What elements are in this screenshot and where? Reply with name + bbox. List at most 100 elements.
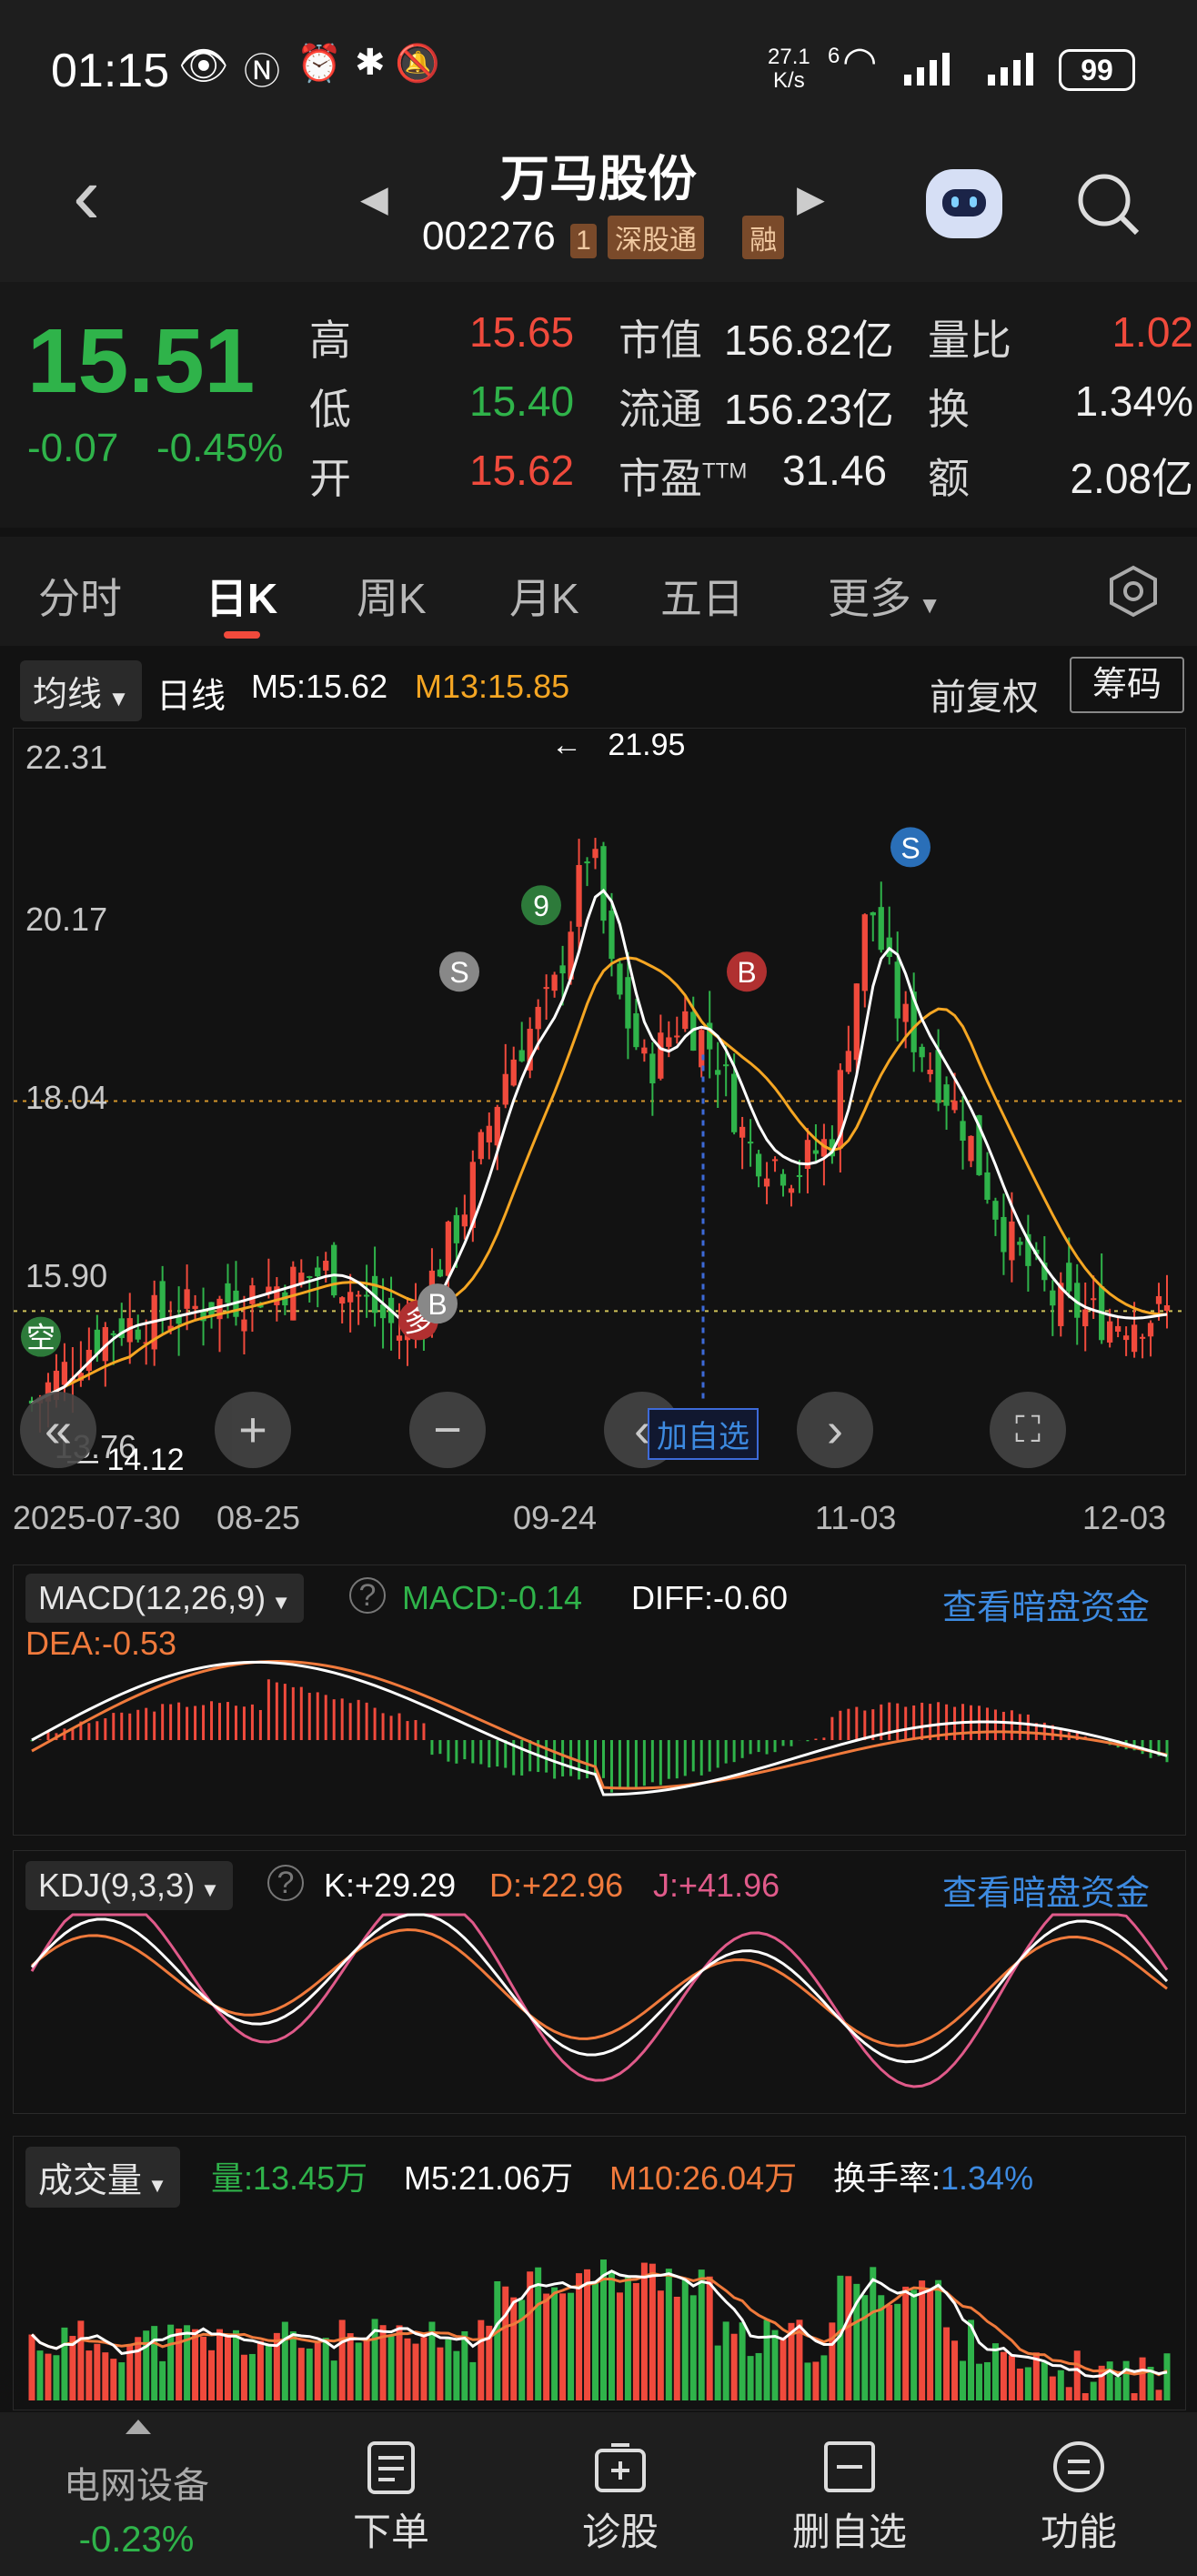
nav-diagnose[interactable]: 诊股 [538, 2501, 702, 2557]
volume-bar [224, 2335, 231, 2400]
volume-bar [910, 2289, 918, 2400]
volume-bar [289, 2331, 297, 2400]
volume-bar [1041, 2362, 1048, 2400]
mktcap-label: 市值 [619, 317, 702, 364]
kdj-selector[interactable]: KDJ(9,3,3) ▼ [25, 1861, 233, 1910]
expand-up-icon[interactable] [126, 2420, 151, 2434]
volume-bar [135, 2337, 142, 2400]
candle [1091, 1298, 1097, 1301]
volume-bar [780, 2337, 787, 2400]
float-value: 156.23亿 [724, 386, 894, 433]
candle [968, 1135, 974, 1162]
volume-bar [975, 2363, 982, 2400]
macd-selector[interactable]: MACD(12,26,9) ▼ [25, 1574, 304, 1623]
scroll-left-button[interactable]: « [20, 1392, 96, 1468]
signal-text: S [900, 831, 920, 864]
candle [747, 1142, 754, 1144]
dark-pool-link-1[interactable]: 查看暗盘资金 [942, 1579, 1150, 1629]
volume-bar [176, 2328, 183, 2400]
float-label: 流通 [619, 386, 702, 433]
volume-bar [437, 2347, 444, 2400]
next-candle-button[interactable]: › [797, 1392, 873, 1468]
help-icon-kdj[interactable]: ? [267, 1865, 304, 1901]
x-tick-4: 11-03 [815, 1499, 897, 1536]
candle [551, 974, 558, 991]
volume-bar [894, 2303, 901, 2400]
volume-bar [632, 2282, 639, 2400]
j-value: J:+41.96 [653, 1867, 780, 1904]
candle [355, 1294, 362, 1297]
candle [159, 1281, 166, 1320]
ma5-line [31, 889, 1168, 1404]
candle [771, 1159, 779, 1162]
nav-function[interactable]: 功能 [997, 2501, 1161, 2557]
volume-bar [576, 2273, 583, 2400]
volume-bar [330, 2360, 337, 2400]
volume-bar [559, 2293, 567, 2400]
volume-bar [1065, 2387, 1072, 2400]
mktcap-value: 156.82亿 [724, 317, 894, 364]
volume-value: 量:13.45万 [211, 2159, 368, 2197]
next-stock-button[interactable]: ▶ [797, 178, 825, 220]
tab-monthly-k[interactable]: 月K [509, 566, 579, 626]
search-icon[interactable] [1073, 169, 1146, 242]
candle [1050, 1290, 1056, 1306]
volume-bar [518, 2299, 526, 2400]
candle [184, 1289, 190, 1309]
zoom-out-button[interactable]: − [409, 1392, 486, 1468]
candle [110, 1333, 116, 1335]
candle [1066, 1263, 1072, 1292]
volume-bar [77, 2320, 85, 2400]
volume-bar [256, 2340, 264, 2400]
sector-name[interactable]: 电网设备 [36, 2456, 236, 2509]
volume-bar [1090, 2381, 1097, 2400]
robot-assistant-icon[interactable] [926, 169, 1002, 238]
add-watchlist-button[interactable]: 加自选 [648, 1408, 759, 1460]
remove-watch-icon [824, 2441, 875, 2492]
volume-bar [445, 2339, 452, 2400]
volume-bar [61, 2327, 68, 2400]
active-tab-indicator [224, 631, 260, 639]
ma-selector[interactable]: 均线 ▼ [20, 660, 143, 721]
volume-bar [820, 2355, 828, 2400]
candle [755, 1153, 762, 1177]
dark-pool-link-2[interactable]: 查看暗盘资金 [942, 1865, 1150, 1915]
settings-hex-icon[interactable] [1106, 564, 1161, 619]
tab-five-day[interactable]: 五日 [660, 566, 744, 626]
candle [943, 1084, 950, 1106]
volume-bar [1131, 2393, 1138, 2400]
vol-ratio-value: 1.02 [1112, 308, 1193, 356]
volume-bar [1024, 2367, 1031, 2400]
volume-bar [159, 2360, 166, 2400]
candle [445, 1222, 452, 1276]
tab-daily-k[interactable]: 日K [206, 566, 277, 626]
signal-icon [904, 53, 950, 86]
y-tick-1: 22.31 [25, 739, 108, 776]
help-icon[interactable]: ? [349, 1577, 386, 1614]
volume-bar [36, 2350, 44, 2400]
volume-selector[interactable]: 成交量 ▼ [25, 2147, 180, 2208]
zoom-in-button[interactable]: + [215, 1392, 291, 1468]
candle [927, 1069, 933, 1074]
chip-distribution-button[interactable]: 筹码 [1070, 657, 1184, 713]
volume-bar [412, 2343, 419, 2400]
period-label: 日线 [156, 678, 226, 716]
tab-more[interactable]: 更多 ▼ [828, 566, 941, 626]
turnover-rate: 换手率:1.34% [833, 2159, 1034, 2197]
high-value: 15.65 [469, 308, 575, 356]
fullscreen-button[interactable]: ⛶ [990, 1392, 1066, 1468]
candle [559, 965, 566, 974]
volume-bar [845, 2276, 852, 2400]
kline-panel[interactable]: 空多BSSB9 [13, 728, 1186, 1475]
volume-bar [297, 2348, 305, 2400]
tab-intraday[interactable]: 分时 [38, 566, 122, 626]
signal-icon-2 [988, 53, 1033, 86]
adjust-mode[interactable]: 前复权 [930, 668, 1039, 720]
tab-weekly-k[interactable]: 周K [357, 566, 427, 626]
candle [894, 961, 900, 1019]
volume-bar [420, 2337, 428, 2400]
candle [543, 987, 549, 990]
nav-order[interactable]: 下单 [309, 2501, 473, 2557]
nav-remove-watch[interactable]: 删自选 [768, 2501, 931, 2557]
candle [984, 1172, 991, 1200]
